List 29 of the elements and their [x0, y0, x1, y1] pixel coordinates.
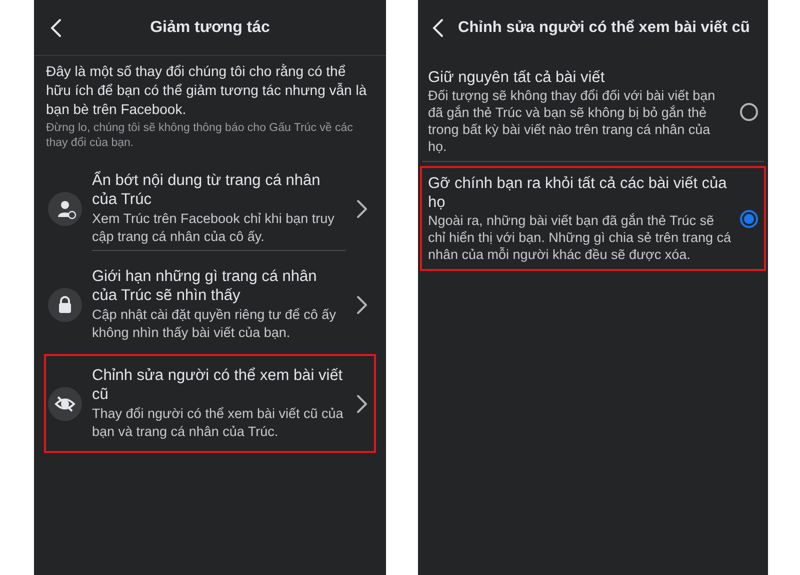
option-item[interactable]: Chỉnh sửa người có thể xem bài viết cũ Thay đổi người có thể xem bài viết cũ của bạn và trang cá nhân của Trúc. [46, 356, 374, 451]
back-icon[interactable] [432, 18, 444, 38]
radio-option[interactable]: Giữ nguyên tất cả bài viết Đối tượng sẽ không thay đổi đối với bài viết bạn đã gắn thẻ Trúc và bạn sẽ không bị bỏ gắn thẻ trong bất kỳ bài viết nào trên trang cá nhân của họ. [422, 62, 764, 162]
screen-title: Chỉnh sửa người có thể xem bài viết cũ [458, 18, 750, 38]
chevron-icon [356, 199, 368, 219]
option-description: Ngoài ra, những bài viết bạn đã gắn thẻ Trúc sẽ chỉ hiển thị với bạn. Những gì chia sẻ trên trang cá nhân của mỗi người khác đều sẽ được xóa. [428, 212, 732, 263]
option-title: Gỡ chính bạn ra khỏi tất cả các bài viết của họ [428, 174, 728, 212]
option-item[interactable]: Ẩn bớt nội dung từ trang cá nhân của Trúc Xem Trúc trên Facebook chỉ khi bạn truy cập trang cá nhân của cô ấy. [46, 161, 374, 257]
person-block-icon [48, 192, 82, 226]
option-title: Giới hạn những gì trang cá nhân của Trúc sẽ nhìn thấy [92, 267, 318, 305]
eye-slash-icon [48, 386, 82, 420]
chevron-icon [356, 394, 368, 414]
chevron-icon [356, 294, 368, 314]
radio-option[interactable]: Gỡ chính bạn ra khỏi tất cả các bài viết của họ Ngoài ra, những bài viết bạn đã gắn thẻ Trúc sẽ chỉ hiển thị với bạn. Những gì chia sẻ trên trang cá nhân của mỗi người khác đều sẽ được xóa. [422, 168, 764, 269]
lock-icon [48, 288, 82, 322]
option-description: Xem Trúc trên Facebook chỉ khi bạn truy cập trang cá nhân của cô ấy. [92, 210, 336, 246]
option-title: Chỉnh sửa người có thể xem bài viết cũ [92, 366, 344, 404]
radio-button[interactable] [740, 102, 758, 120]
intro-text: Đây là một số thay đổi chúng tôi cho rằng có thể hữu ích để bạn có thể giảm tương tác nhưng vẫn là bạn bè trên Facebook. [46, 62, 368, 119]
option-title: Ẩn bớt nội dung từ trang cá nhân của Trúc [92, 171, 322, 209]
option-item[interactable]: Giới hạn những gì trang cá nhân của Trúc sẽ nhìn thấy Cập nhật cài đặt quyền riêng tư để cô ấy không nhìn thấy bài viết của bạn. [46, 257, 374, 352]
note-text: Đừng lo, chúng tôi sẽ không thông báo cho Gấu Trúc về các thay đổi của bạn. [46, 121, 354, 151]
radio-button[interactable] [740, 210, 758, 228]
option-description: Thay đổi người có thể xem bài viết cũ của bạn và trang cá nhân của Trúc. [92, 405, 344, 441]
option-description: Đối tượng sẽ không thay đổi đối với bài viết bạn đã gắn thẻ Trúc và bạn sẽ không bị bỏ gắn thẻ trong bất kỳ bài viết nào trên trang cá nhân của họ. [428, 87, 716, 155]
back-icon[interactable] [50, 18, 62, 38]
screen-title: Giảm tương tác [150, 18, 270, 38]
option-title: Giữ nguyên tất cả bài viết [428, 68, 606, 87]
option-description: Cập nhật cài đặt quyền riêng tư để cô ấy không nhìn thấy bài viết của bạn. [92, 306, 337, 342]
